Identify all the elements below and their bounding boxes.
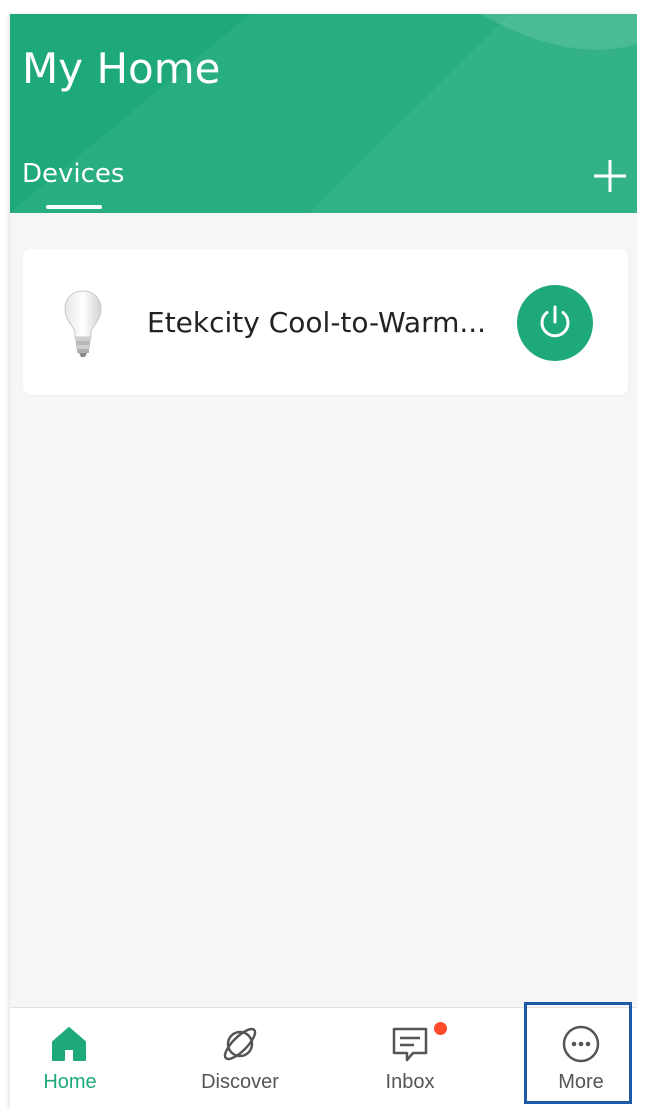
home-icon xyxy=(52,1027,86,1061)
nav-item-home[interactable]: Home xyxy=(10,1008,140,1109)
device-name: Etekcity Cool-to-Warm... xyxy=(147,306,487,339)
nav-label-discover: Discover xyxy=(201,1071,279,1093)
tab-active-indicator xyxy=(46,205,102,209)
message-icon xyxy=(392,1027,428,1062)
page-title: My Home xyxy=(22,44,221,93)
nav-label-more: More xyxy=(558,1071,604,1093)
app-screen: My Home Devices Etekcity Cool-to-Warm...… xyxy=(10,14,637,1109)
nav-item-inbox[interactable]: Inbox xyxy=(345,1008,475,1109)
power-toggle-button[interactable] xyxy=(517,285,593,361)
header: My Home Devices xyxy=(10,14,637,213)
inbox-badge xyxy=(434,1022,447,1035)
nav-item-discover[interactable]: Discover xyxy=(175,1008,305,1109)
planet-icon xyxy=(223,1027,257,1061)
tab-devices[interactable]: Devices xyxy=(22,158,124,190)
nav-item-more[interactable]: More xyxy=(516,1008,637,1109)
device-card[interactable]: Etekcity Cool-to-Warm... xyxy=(23,249,628,395)
add-device-button[interactable] xyxy=(588,154,632,198)
power-icon xyxy=(540,305,570,338)
more-icon xyxy=(562,1025,600,1063)
nav-label-home: Home xyxy=(43,1071,97,1093)
light-bulb-icon xyxy=(64,290,102,357)
plus-icon xyxy=(594,160,626,192)
bottom-nav: Home Discover Inbox More xyxy=(10,1002,637,1109)
nav-label-inbox: Inbox xyxy=(385,1071,435,1093)
